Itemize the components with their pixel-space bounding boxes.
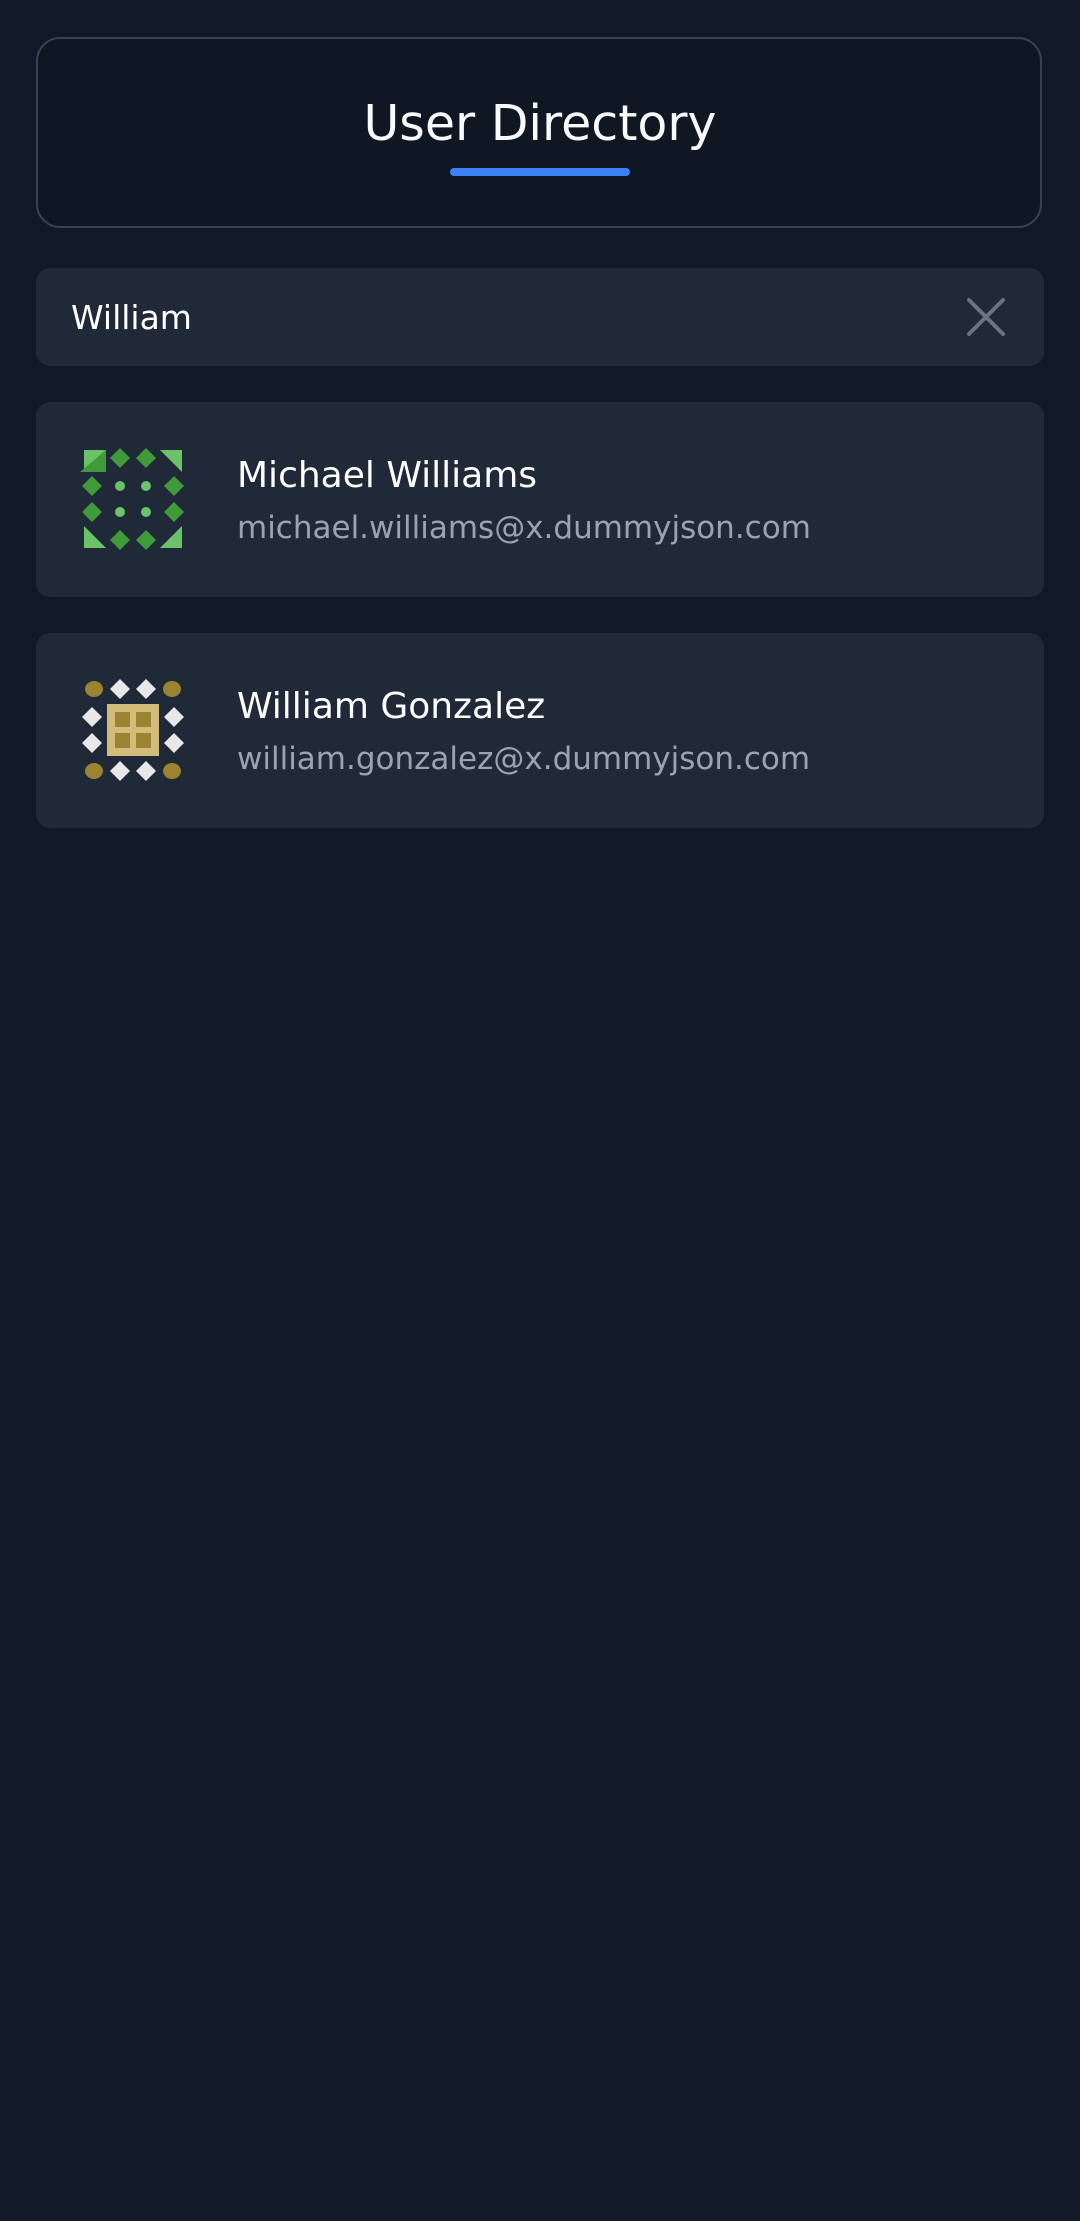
search-input[interactable]	[71, 268, 931, 366]
user-card[interactable]: Michael Williams michael.williams@x.dumm…	[36, 402, 1044, 597]
page-title: User Directory	[363, 95, 717, 152]
user-name: William Gonzalez	[237, 686, 546, 727]
clear-search-button[interactable]	[956, 287, 1016, 347]
user-card[interactable]: William Gonzalez william.gonzalez@x.dumm…	[36, 633, 1044, 828]
identicon-avatar	[82, 679, 184, 781]
close-icon	[967, 298, 1005, 336]
identicon-avatar	[80, 448, 184, 550]
user-email: william.gonzalez@x.dummyjson.com	[237, 741, 811, 777]
user-name: Michael Williams	[237, 455, 538, 496]
search-box	[36, 268, 1044, 366]
user-email: michael.williams@x.dummyjson.com	[237, 510, 811, 546]
title-underline	[450, 168, 630, 176]
